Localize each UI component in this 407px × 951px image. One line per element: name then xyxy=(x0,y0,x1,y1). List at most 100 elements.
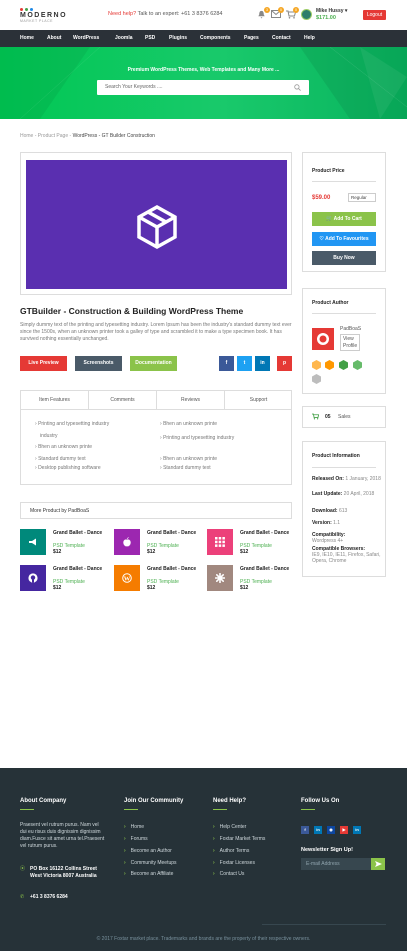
documentation-button[interactable]: Documentation xyxy=(130,356,177,371)
nav-item-psd[interactable]: PSD xyxy=(145,30,155,47)
facebook-icon[interactable]: f xyxy=(301,826,309,834)
newsletter-title: Newsletter Sign Up! xyxy=(301,847,353,853)
footer-link[interactable]: Community Meetups xyxy=(124,860,177,866)
logout-button[interactable]: Logout xyxy=(363,10,386,20)
product-card-name[interactable]: Grand Ballet - Dance xyxy=(147,566,199,572)
cart-icon[interactable]: 0 xyxy=(286,7,299,19)
product-card[interactable]: Grand Ballet - Dance PSD Template $12 xyxy=(20,565,105,594)
nav-item-plugins[interactable]: Plugins xyxy=(169,30,187,47)
pinterest-share-button[interactable]: p xyxy=(277,356,292,371)
footer-underline xyxy=(124,809,138,810)
location-icon: ⦿ xyxy=(20,866,26,872)
tab-comments[interactable]: Comments xyxy=(89,391,157,410)
linkedin-share-button[interactable]: in xyxy=(255,356,270,371)
live-preview-button[interactable]: Live Preview xyxy=(20,356,67,371)
breadcrumb-section[interactable]: Product Page xyxy=(38,133,68,139)
license-select[interactable]: Regular xyxy=(348,193,376,202)
search-icon[interactable] xyxy=(294,84,301,93)
feature-item: › Printing and typesetting industry xyxy=(35,421,110,427)
more-products-title: More Product by PadBoaS xyxy=(30,508,90,514)
product-card-name[interactable]: Grand Ballet - Dance xyxy=(53,530,105,536)
newsletter-email-input[interactable]: E-mail Address xyxy=(301,858,371,870)
top-header: MODERNO MARKET PLACE Need help? Talk to … xyxy=(0,0,407,30)
nav-item-joomla[interactable]: Joomla xyxy=(115,30,133,47)
footer-about-title: About Company xyxy=(20,798,67,804)
feature-item: › Standard dummy text xyxy=(35,456,86,462)
product-price: $59.00 xyxy=(312,195,331,201)
product-description: Simply dummy text of the printing and ty… xyxy=(20,322,292,342)
footer-link[interactable]: Become an Affiliate xyxy=(124,871,174,877)
nav-item-about[interactable]: About xyxy=(47,30,61,47)
product-card-name[interactable]: Grand Ballet - Dance xyxy=(240,530,292,536)
product-card[interactable]: Grand Ballet - Dance PSD Template $12 xyxy=(207,565,292,594)
nav-item-wordpress[interactable]: WordPress xyxy=(73,30,99,47)
site-logo[interactable]: MODERNO MARKET PLACE xyxy=(20,8,67,23)
product-card[interactable]: Grand Ballet - Dance PSD Template $12 xyxy=(114,529,199,558)
user-avatar[interactable] xyxy=(301,9,312,20)
nav-item-contact[interactable]: Contact xyxy=(272,30,291,47)
logo-dots xyxy=(20,8,67,11)
add-to-cart-button[interactable]: 🛒 Add To Cart xyxy=(312,212,376,226)
product-card[interactable]: Grand Ballet - Dance PSD Template $12 xyxy=(20,529,105,558)
feature-item: › Desktop publishing software xyxy=(35,465,101,471)
github-icon xyxy=(20,565,46,591)
buy-now-button[interactable]: Buy Now xyxy=(312,251,376,265)
send-icon xyxy=(375,861,382,867)
help-label: Need help? xyxy=(108,11,137,17)
footer-link[interactable]: Forums xyxy=(124,836,148,842)
nav-item-help[interactable]: Help xyxy=(304,30,315,47)
newsletter-submit-button[interactable] xyxy=(371,858,385,870)
product-title: GTBuilder - Construction & Building Word… xyxy=(20,306,244,316)
twitter-share-button[interactable]: t xyxy=(237,356,252,371)
tab-support[interactable]: Support xyxy=(225,391,292,410)
product-card[interactable]: Grand Ballet - Dance PSD Template $12 xyxy=(207,529,292,558)
mail-icon[interactable]: 0 xyxy=(271,7,284,19)
product-card-price: $12 xyxy=(53,549,62,555)
feature-item: › Bhen an unknown printe xyxy=(160,421,217,427)
footer-link[interactable]: Home xyxy=(124,824,144,830)
product-card[interactable]: W Grand Ballet - Dance PSD Template $12 xyxy=(114,565,199,594)
footer-underline xyxy=(301,809,315,810)
linkedin-icon[interactable]: in xyxy=(353,826,361,834)
user-name[interactable]: Mike Hussy ▾ xyxy=(316,8,347,14)
footer-link[interactable]: Contact Us xyxy=(213,871,245,877)
product-preview-image[interactable] xyxy=(26,160,287,289)
linkedin-icon[interactable]: in xyxy=(314,826,322,834)
divider xyxy=(312,313,376,314)
footer-link[interactable]: Author Terms xyxy=(213,848,250,854)
tab-reviews[interactable]: Reviews xyxy=(157,391,225,410)
product-card-name[interactable]: Grand Ballet - Dance xyxy=(53,566,105,572)
facebook-share-button[interactable]: f xyxy=(219,356,234,371)
footer-link[interactable]: Foxtar Market Terms xyxy=(213,836,266,842)
feature-item: › Bhen an unknown printe xyxy=(35,444,92,450)
add-to-cart-label: Add To Cart xyxy=(333,216,362,222)
footer-link[interactable]: Become an Author xyxy=(124,848,172,854)
footer-underline xyxy=(20,809,34,810)
add-to-favourites-button[interactable]: ♡ Add To Favourites xyxy=(312,232,376,246)
view-profile-button[interactable]: View Profile xyxy=(340,334,360,351)
breadcrumb-home[interactable]: Home xyxy=(20,133,33,139)
nav-item-home[interactable]: Home xyxy=(20,30,34,47)
nav-item-pages[interactable]: Pages xyxy=(244,30,259,47)
footer-link[interactable]: Help Center xyxy=(213,824,247,830)
screenshots-button[interactable]: Screenshots xyxy=(75,356,122,371)
dribbble-icon[interactable]: ◉ xyxy=(327,826,335,834)
notification-badge: 3 xyxy=(264,7,270,13)
footer-link[interactable]: Foxtar Licenses xyxy=(213,860,255,866)
youtube-icon[interactable]: ▶ xyxy=(340,826,348,834)
author-avatar[interactable] xyxy=(312,328,334,350)
wordpress-icon: W xyxy=(114,565,140,591)
footer-about-text: Praesent vel rutrum purus. Nam vel dui e… xyxy=(20,822,105,849)
search-input[interactable]: Search Your Keywords .... xyxy=(105,80,163,95)
product-card-price: $12 xyxy=(240,585,249,591)
tab-item-features[interactable]: Item Features xyxy=(21,391,89,410)
notification-icon[interactable]: 3 xyxy=(257,7,270,19)
info-updated: Last Update: 20 April, 2018 xyxy=(312,491,375,497)
breadcrumb-separator: - xyxy=(69,133,72,139)
search-bar[interactable]: Search Your Keywords .... xyxy=(97,80,309,95)
nav-item-components[interactable]: Components xyxy=(200,30,231,47)
apple-icon xyxy=(114,529,140,555)
product-card-name[interactable]: Grand Ballet - Dance xyxy=(147,530,199,536)
author-name[interactable]: PadBoaS xyxy=(340,326,361,332)
product-card-name[interactable]: Grand Ballet - Dance xyxy=(240,566,292,572)
